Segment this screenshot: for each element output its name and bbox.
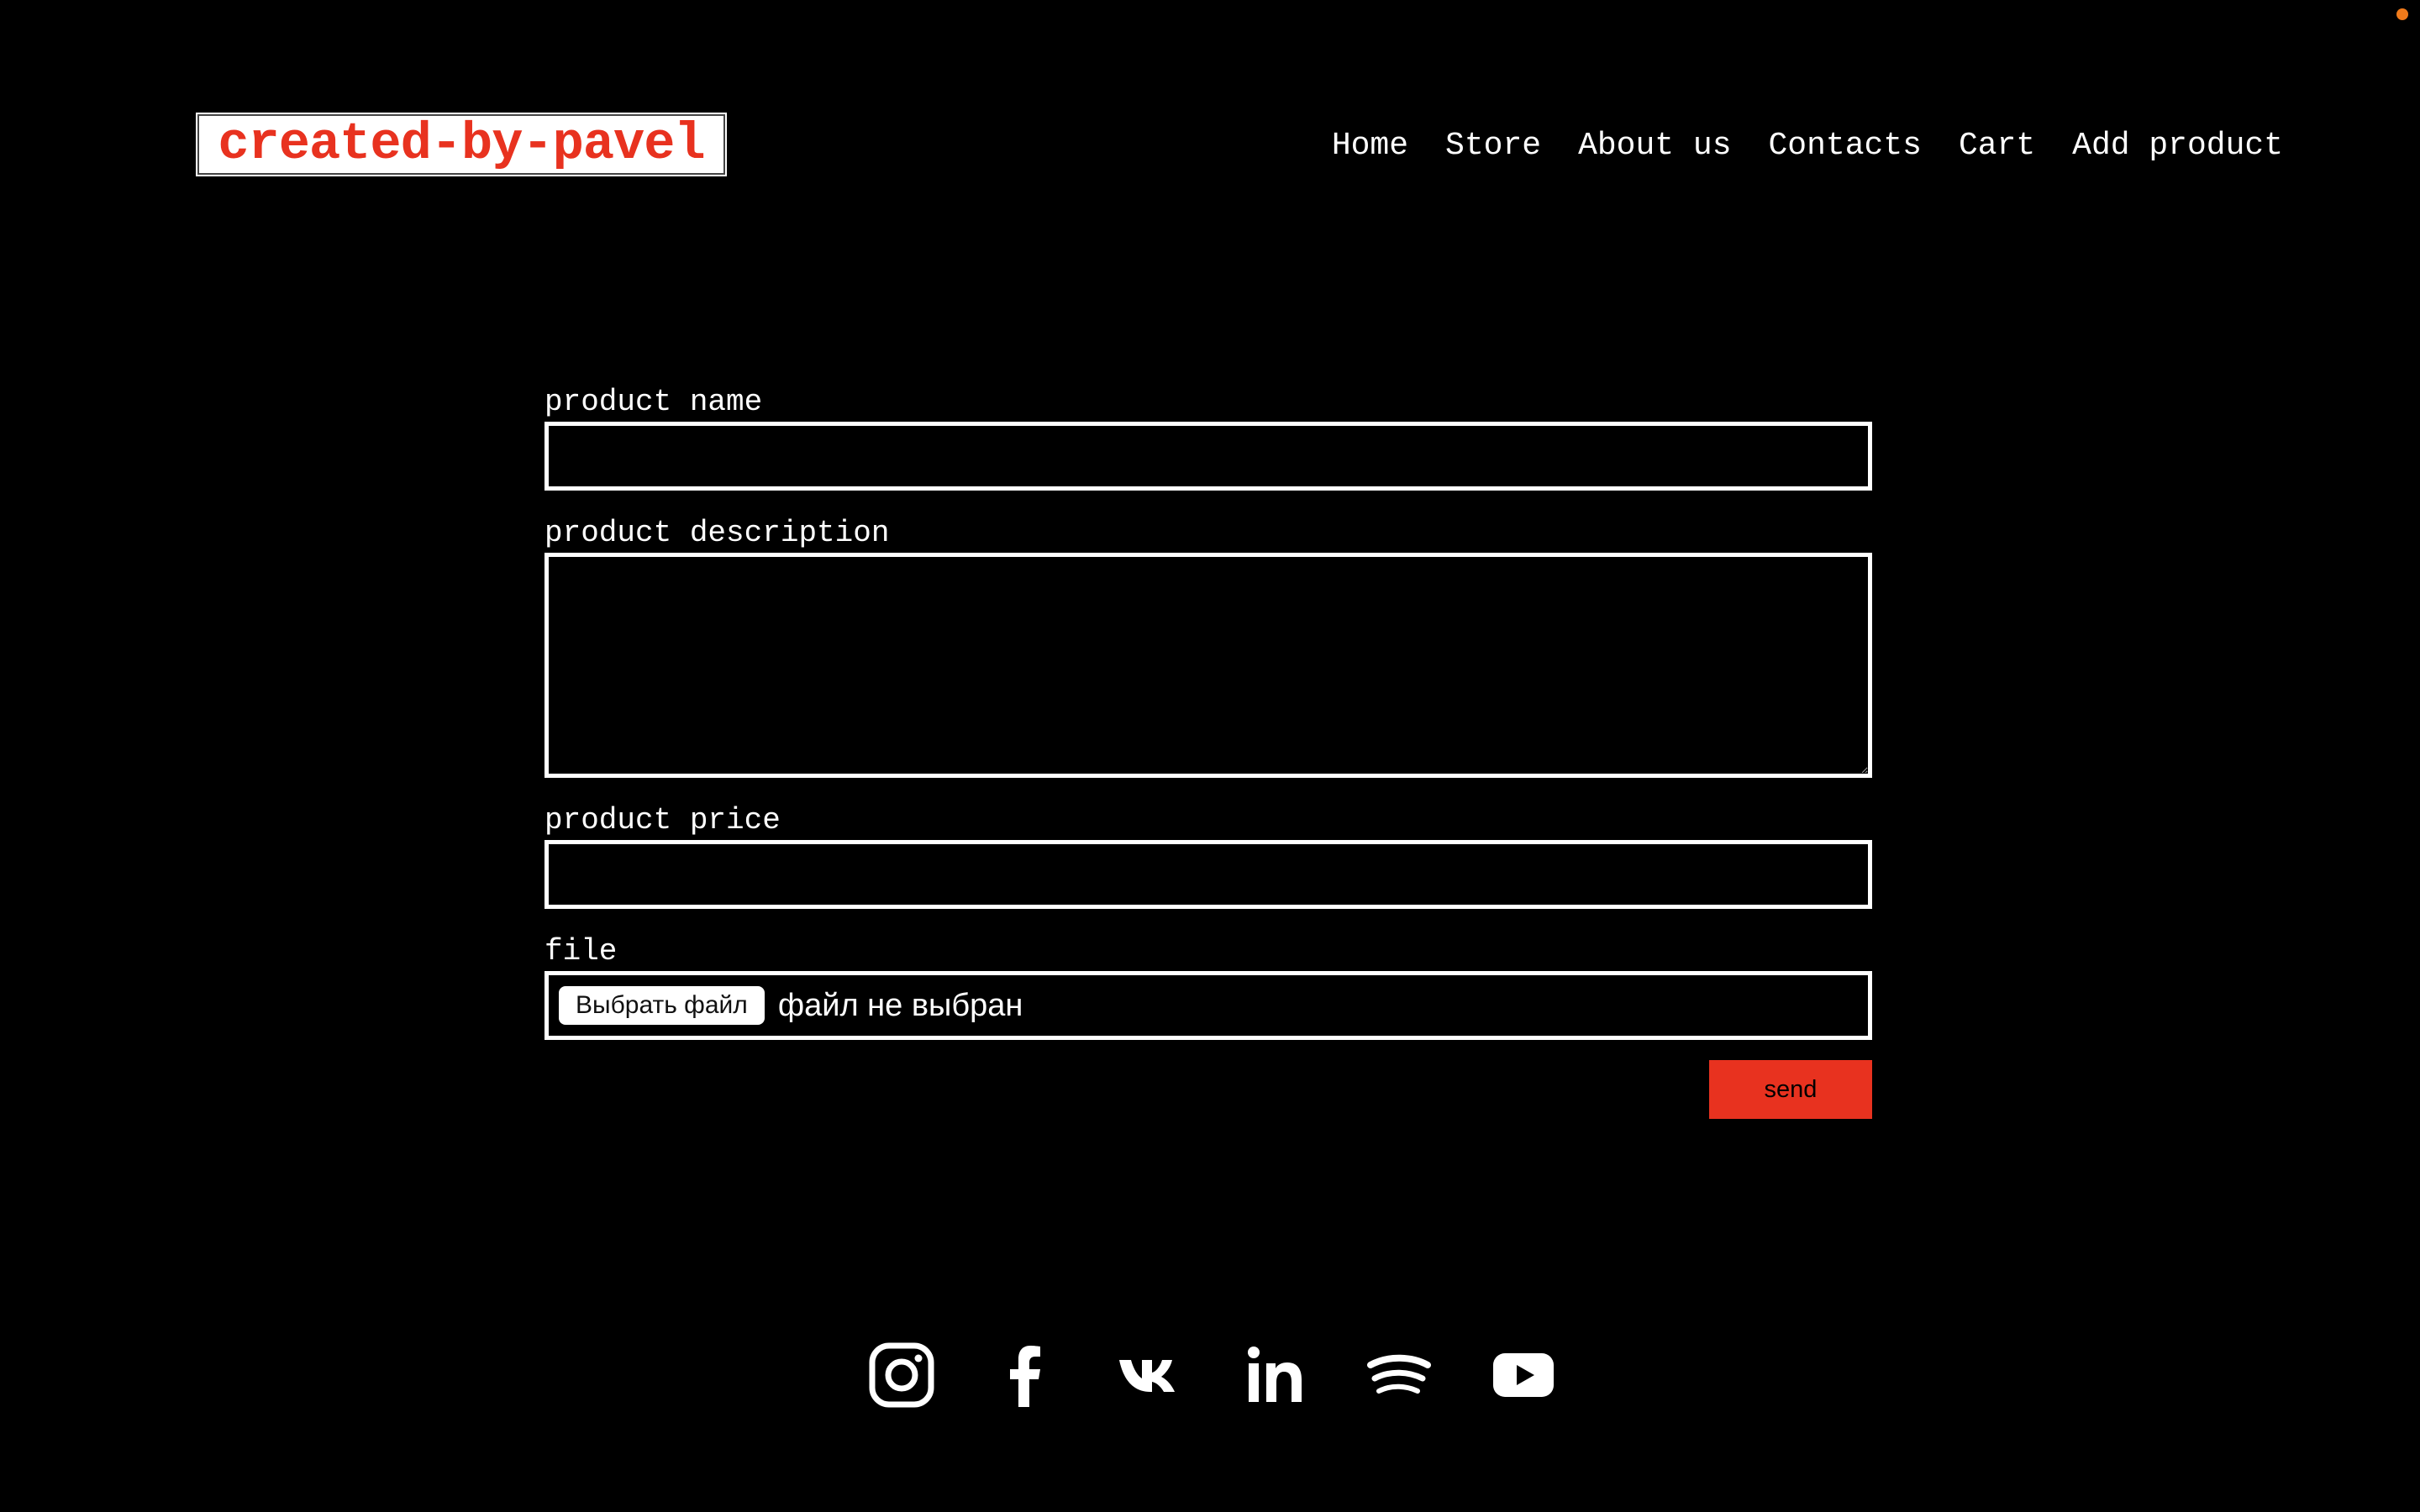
vk-link[interactable] [1117,1341,1184,1409]
product-price-label: product price [544,803,781,837]
facebook-link[interactable] [992,1341,1060,1409]
linkedin-link[interactable] [1241,1341,1308,1409]
file-input: Выбрать файл файл не выбран [544,971,1872,1040]
send-row: send [544,1060,1872,1119]
instagram-link[interactable] [868,1341,935,1409]
file-label: file [544,934,618,969]
add-product-form: product name product description product… [544,383,1872,1119]
nav-cart-link[interactable]: Cart [1959,123,2035,170]
main-nav: Home Store About us Contacts Cart Add pr… [1332,123,2283,170]
spotify-icon [1367,1354,1431,1394]
linkedin-icon [1248,1347,1302,1402]
status-indicator-dot [2396,8,2408,20]
product-name-label: product name [544,385,763,419]
nav-home-link[interactable]: Home [1332,123,1408,170]
product-description-textarea[interactable] [544,553,1872,778]
youtube-link[interactable] [1490,1341,1557,1409]
site-logo[interactable]: created-by-pavel [196,113,727,176]
choose-file-button[interactable]: Выбрать файл [559,986,765,1025]
product-price-input[interactable] [544,840,1872,909]
file-status-text: файл не выбран [777,987,1023,1023]
nav-contacts-link[interactable]: Contacts [1769,123,1922,170]
vk-icon [1119,1360,1175,1392]
send-button[interactable]: send [1709,1060,1872,1119]
product-name-input[interactable] [544,422,1872,491]
youtube-icon [1493,1353,1554,1397]
spotify-link[interactable] [1365,1341,1433,1409]
nav-add-product-link[interactable]: Add product [2072,123,2283,170]
nav-about-us-link[interactable]: About us [1578,123,1731,170]
nav-store-link[interactable]: Store [1445,123,1541,170]
product-description-label: product description [544,516,890,550]
social-links [868,1341,1557,1409]
instagram-icon [869,1342,934,1408]
facebook-icon [1010,1346,1040,1407]
